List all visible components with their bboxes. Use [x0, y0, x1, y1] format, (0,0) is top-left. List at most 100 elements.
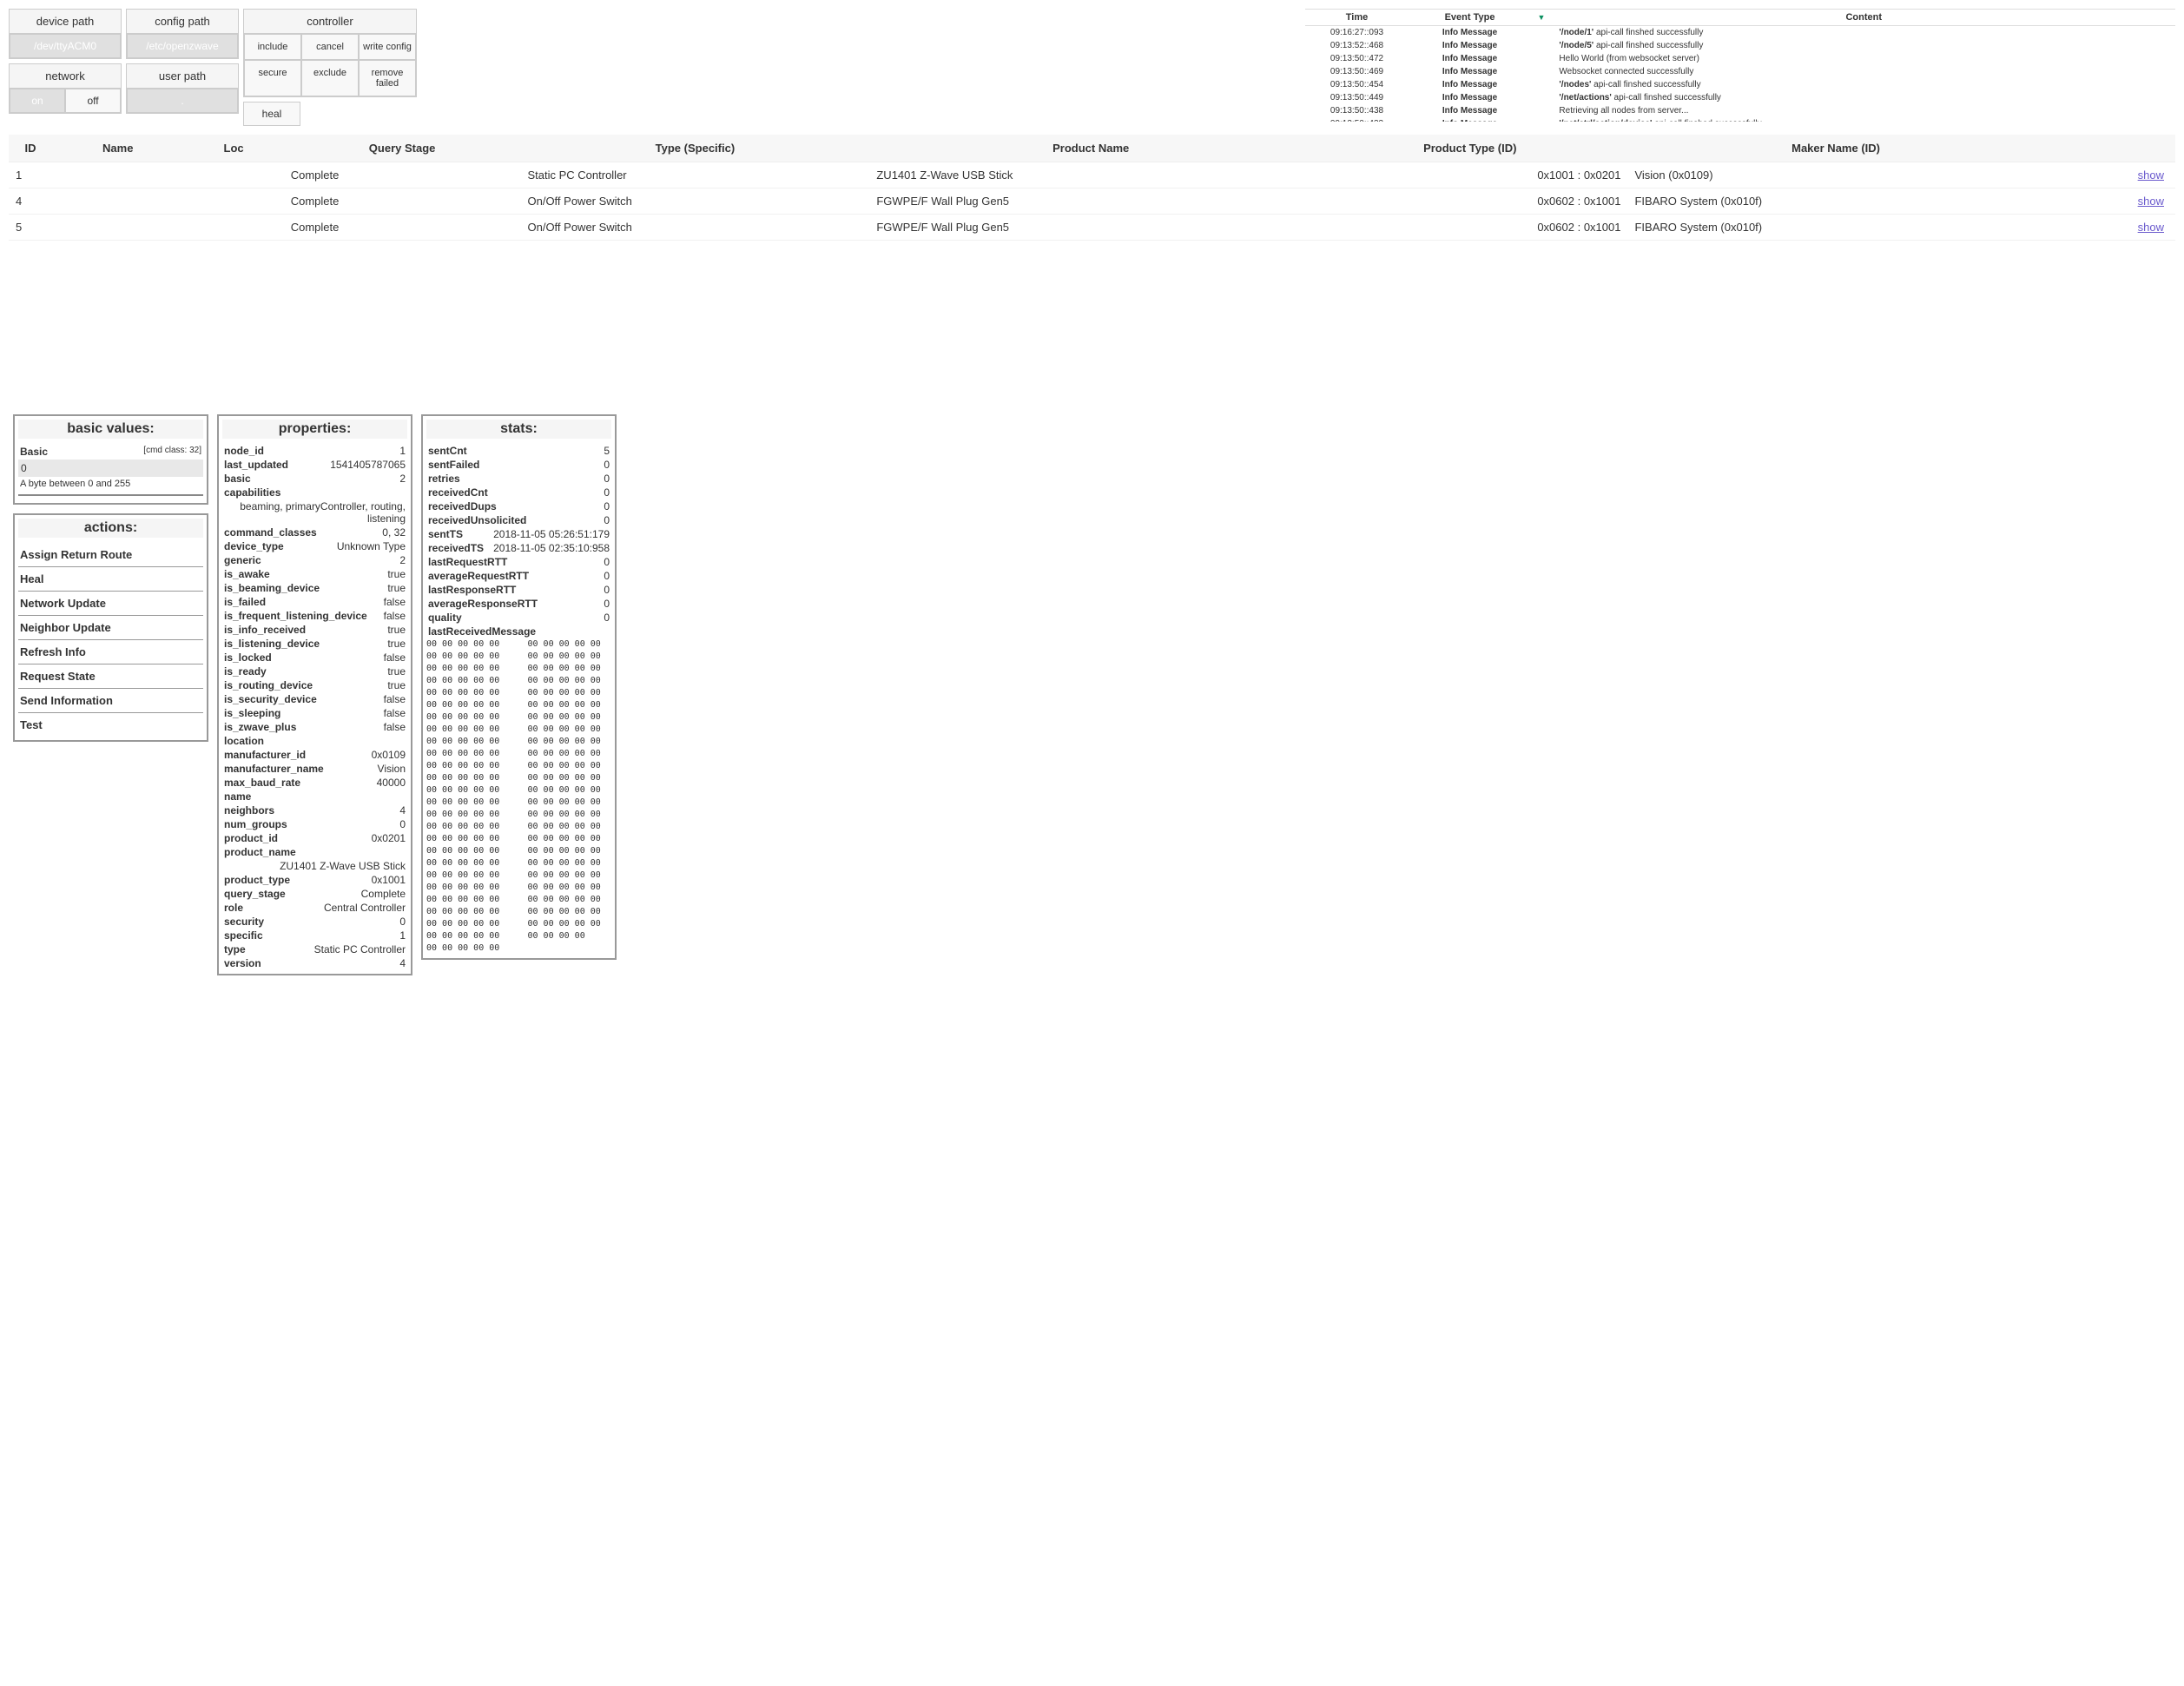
action-item[interactable]: Refresh Info — [18, 640, 203, 664]
event-time: 09:13:50::472 — [1305, 52, 1409, 65]
property-row: num_groups0 — [222, 817, 407, 831]
event-row: 09:13:52::468Info Message'/node/5' api-c… — [1305, 39, 2176, 52]
property-row: last_updated1541405787065 — [222, 458, 407, 472]
event-type-header[interactable]: Event Type — [1409, 10, 1531, 26]
stat-row: receivedTS2018-11-05 02:35:10:958 — [426, 541, 611, 555]
stat-row: receivedDups0 — [426, 499, 611, 513]
event-time: 09:13:50::469 — [1305, 65, 1409, 78]
event-content: Retrieving all nodes from server... — [1552, 104, 2175, 117]
event-type: Info Message — [1409, 26, 1531, 40]
table-header[interactable]: Product Name — [869, 135, 1312, 162]
event-content: '/node/1' api-call finshed successfully — [1552, 26, 2175, 40]
action-item[interactable]: Neighbor Update — [18, 616, 203, 640]
event-row: 09:16:27::093Info Message'/node/1' api-c… — [1305, 26, 2176, 40]
action-item[interactable]: Network Update — [18, 592, 203, 616]
event-content: '/net/ctrl/action/device' api-call finsh… — [1552, 117, 2175, 122]
properties-card: properties: node_id1last_updated15414057… — [217, 414, 412, 975]
action-item[interactable]: Heal — [18, 567, 203, 592]
network-panel: network on off — [9, 63, 122, 114]
write-config-button[interactable]: write config — [359, 34, 416, 60]
config-path-value[interactable]: /etc/openzwave — [127, 34, 238, 58]
stat-row: lastResponseRTT0 — [426, 583, 611, 597]
table-row[interactable]: 1CompleteStatic PC ControllerZU1401 Z-Wa… — [9, 162, 2175, 188]
property-row: command_classes0, 32 — [222, 526, 407, 539]
property-row: is_awaketrue — [222, 567, 407, 581]
property-row: ZU1401 Z-Wave USB Stick — [222, 859, 407, 873]
event-content: '/net/actions' api-call finshed successf… — [1552, 91, 2175, 104]
event-type: Info Message — [1409, 39, 1531, 52]
action-item[interactable]: Test — [18, 713, 203, 737]
table-header[interactable]: Type (Specific) — [520, 135, 869, 162]
property-row: is_readytrue — [222, 664, 407, 678]
property-row: beaming, primaryController, routing, lis… — [222, 499, 407, 526]
event-time: 09:13:50::438 — [1305, 104, 1409, 117]
property-row: query_stageComplete — [222, 887, 407, 901]
stat-row: sentFailed0 — [426, 458, 611, 472]
property-row: product_type0x1001 — [222, 873, 407, 887]
table-header[interactable]: Loc — [183, 135, 283, 162]
property-row: is_failedfalse — [222, 595, 407, 609]
stat-row: sentTS2018-11-05 05:26:51:179 — [426, 527, 611, 541]
sort-icon[interactable]: ▼ — [1538, 13, 1546, 22]
include-button[interactable]: include — [244, 34, 301, 60]
device-path-value[interactable]: /dev/ttyACM0 — [10, 34, 121, 58]
event-content: Websocket connected successfully — [1552, 65, 2175, 78]
nodes-table: IDNameLocQuery StageType (Specific)Produ… — [9, 135, 2175, 241]
user-path-header: user path — [127, 64, 238, 89]
table-row[interactable]: 5CompleteOn/Off Power SwitchFGWPE/F Wall… — [9, 215, 2175, 241]
device-path-header: device path — [10, 10, 121, 34]
action-item[interactable]: Send Information — [18, 689, 203, 713]
table-header[interactable]: Query Stage — [284, 135, 521, 162]
table-row[interactable]: 4CompleteOn/Off Power SwitchFGWPE/F Wall… — [9, 188, 2175, 215]
table-header[interactable]: Name — [52, 135, 183, 162]
property-row: is_beaming_devicetrue — [222, 581, 407, 595]
cancel-button[interactable]: cancel — [301, 34, 359, 60]
property-row: is_zwave_plusfalse — [222, 720, 407, 734]
property-row: is_sleepingfalse — [222, 706, 407, 720]
event-type: Info Message — [1409, 65, 1531, 78]
event-type: Info Message — [1409, 78, 1531, 91]
property-row: roleCentral Controller — [222, 901, 407, 915]
property-row: basic2 — [222, 472, 407, 486]
user-path-value[interactable]: . — [127, 89, 238, 113]
show-link[interactable]: show — [2138, 169, 2168, 182]
config-path-header: config path — [127, 10, 238, 34]
event-time: 09:13:50::433 — [1305, 117, 1409, 122]
heal-button[interactable]: heal — [243, 102, 300, 126]
event-row: 09:13:50::449Info Message'/net/actions' … — [1305, 91, 2176, 104]
event-time: 09:13:50::449 — [1305, 91, 1409, 104]
table-header[interactable]: Maker Name (ID) — [1627, 135, 2043, 162]
network-off-button[interactable]: off — [65, 89, 121, 113]
basic-value-input[interactable]: 0 — [18, 460, 203, 477]
show-link[interactable]: show — [2138, 195, 2168, 208]
property-row: name — [222, 790, 407, 803]
property-row: typeStatic PC Controller — [222, 942, 407, 956]
event-content-header[interactable]: Content — [1552, 10, 2175, 26]
property-row: device_typeUnknown Type — [222, 539, 407, 553]
property-row: is_routing_devicetrue — [222, 678, 407, 692]
stat-row: averageResponseRTT0 — [426, 597, 611, 611]
props-title: properties: — [222, 420, 407, 439]
table-header[interactable]: Product Type (ID) — [1312, 135, 1627, 162]
action-item[interactable]: Assign Return Route — [18, 543, 203, 567]
event-time-header[interactable]: Time — [1305, 10, 1409, 26]
controller-header: controller — [244, 10, 416, 34]
device-path-panel: device path /dev/ttyACM0 — [9, 9, 122, 59]
action-item[interactable]: Request State — [18, 664, 203, 689]
event-log: Time Event Type ▼ Content 09:16:27::093I… — [1305, 9, 2176, 122]
property-row: neighbors4 — [222, 803, 407, 817]
basic-values-card: basic values: Basic [cmd class: 32] 0 A … — [13, 414, 208, 505]
basic-desc: A byte between 0 and 255 — [18, 477, 203, 491]
event-type: Info Message — [1409, 52, 1531, 65]
table-header[interactable]: ID — [9, 135, 52, 162]
secure-button[interactable]: secure — [244, 60, 301, 96]
event-content: '/nodes' api-call finshed successfully — [1552, 78, 2175, 91]
network-on-button[interactable]: on — [10, 89, 65, 113]
remove-failed-button[interactable]: remove failed — [359, 60, 416, 96]
event-type: Info Message — [1409, 117, 1531, 122]
property-row: is_listening_devicetrue — [222, 637, 407, 651]
basic-class-tag: [cmd class: 32] — [143, 446, 201, 458]
show-link[interactable]: show — [2138, 221, 2168, 234]
exclude-button[interactable]: exclude — [301, 60, 359, 96]
event-row: 09:13:50::472Info MessageHello World (fr… — [1305, 52, 2176, 65]
